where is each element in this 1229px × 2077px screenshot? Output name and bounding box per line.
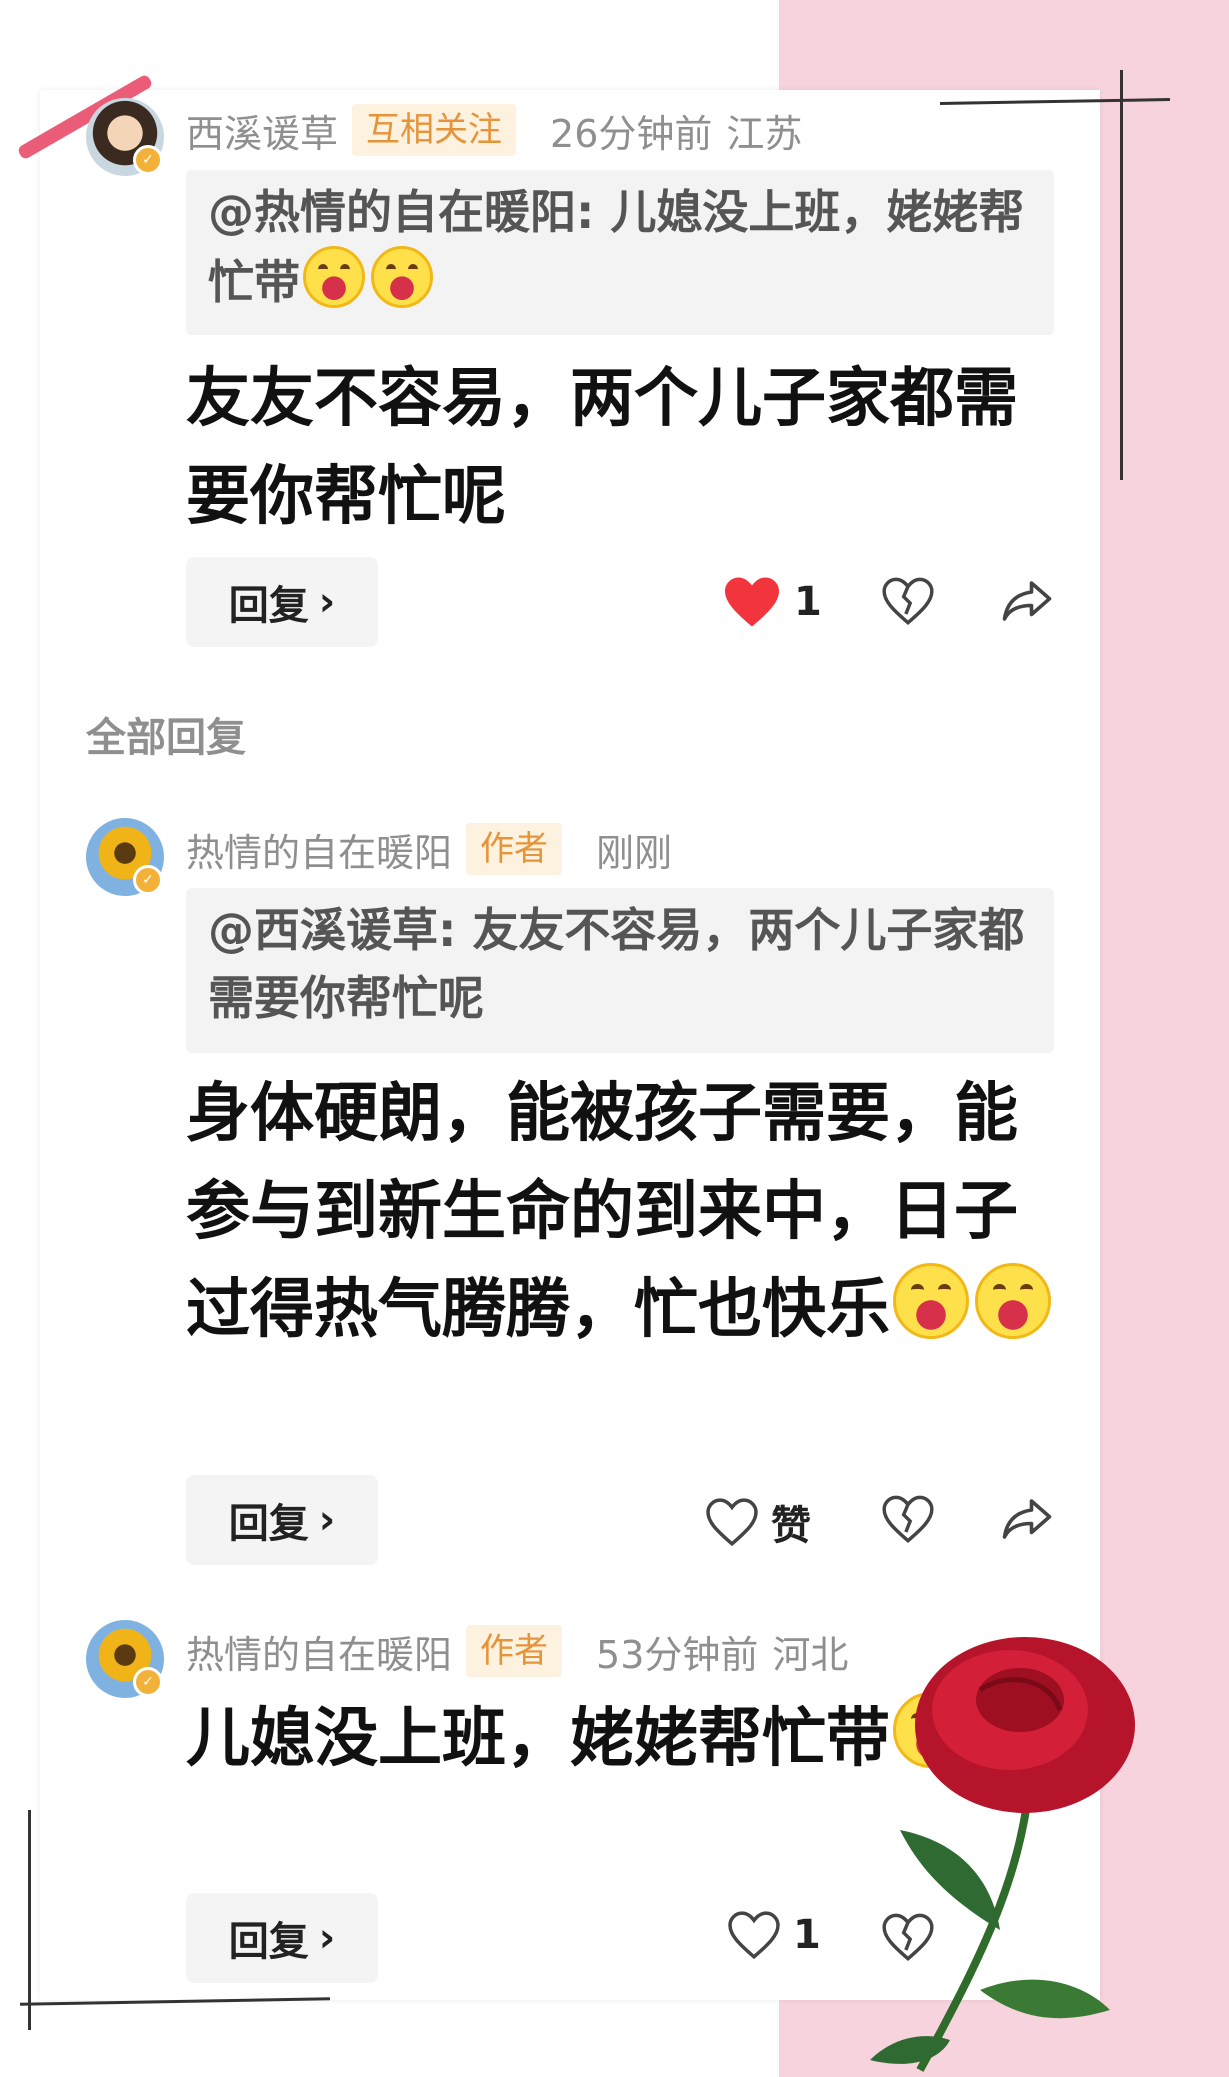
- reply-button[interactable]: 回复 ›: [186, 1475, 378, 1565]
- like-label: 赞: [771, 1503, 811, 1549]
- heart-outline-icon: [706, 1498, 758, 1546]
- dislike-button[interactable]: [882, 1495, 934, 1543]
- reply-button[interactable]: 回复 ›: [186, 557, 378, 647]
- username[interactable]: 热情的自在暖阳: [186, 1624, 452, 1679]
- verified-badge-icon: ✓: [133, 145, 163, 175]
- verified-badge-icon: ✓: [133, 865, 163, 895]
- like-count: 1: [793, 1912, 821, 1958]
- like-button[interactable]: 1: [722, 575, 822, 629]
- verified-badge-icon: ✓: [133, 1667, 163, 1697]
- frame-line-right: [1120, 70, 1123, 480]
- comment-meta: 热情的自在暖阳 作者 53分钟前 河北: [186, 1625, 848, 1677]
- quoted-comment: @西溪谖草: 友友不容易，两个儿子家都需要你帮忙呢: [186, 888, 1054, 1053]
- location: 河北: [772, 1632, 849, 1677]
- like-button[interactable]: 赞: [705, 1493, 811, 1551]
- broken-heart-icon: [882, 577, 934, 625]
- laughing-emoji-icon: [371, 246, 433, 308]
- comment-meta: 西溪谖草 互相关注 26分钟前 江苏: [186, 104, 802, 156]
- share-arrow-icon: [1002, 581, 1052, 621]
- broken-heart-icon: [882, 1495, 934, 1543]
- share-button[interactable]: [1000, 1496, 1054, 1542]
- laughing-emoji-icon: [303, 246, 365, 308]
- author-tag: 作者: [466, 823, 563, 875]
- share-button[interactable]: [1000, 578, 1054, 624]
- reply-button[interactable]: 回复 ›: [186, 1893, 378, 1983]
- like-count: 1: [794, 579, 822, 625]
- all-replies-title: 全部回复: [86, 715, 246, 761]
- laughing-emoji-icon: [893, 1263, 969, 1339]
- author-tag: 作者: [466, 1625, 563, 1677]
- frame-line-left: [28, 1810, 31, 2030]
- rose-decoration: [870, 1637, 1135, 2072]
- chevron-right-icon: ›: [318, 1915, 336, 1961]
- heart-outline-icon: [728, 1911, 780, 1959]
- chevron-right-icon: ›: [318, 1497, 336, 1543]
- comment-text: 身体硬朗，能被孩子需要，能参与到新生命的到来中，日子过得热气腾腾，忙也快乐: [186, 1065, 1056, 1359]
- comment-meta: 热情的自在暖阳 作者 刚刚: [186, 823, 672, 875]
- like-button[interactable]: 1: [727, 1911, 821, 1959]
- laughing-emoji-icon: [975, 1263, 1051, 1339]
- username[interactable]: 热情的自在暖阳: [186, 822, 452, 877]
- heart-filled-icon: [725, 577, 779, 627]
- comment-text: 友友不容易，两个儿子家都需要你帮忙呢: [186, 362, 1018, 534]
- mutual-follow-tag: 互相关注: [352, 104, 517, 156]
- location: 江苏: [726, 111, 803, 156]
- quoted-comment: @热情的自在暖阳: 儿媳没上班，姥姥帮忙带: [186, 170, 1054, 335]
- timestamp: 53分钟前: [596, 1632, 759, 1677]
- dislike-button[interactable]: [882, 577, 934, 625]
- share-arrow-icon: [1002, 1499, 1052, 1539]
- username[interactable]: 西溪谖草: [186, 103, 338, 158]
- timestamp: 26分钟前: [550, 111, 713, 156]
- chevron-right-icon: ›: [318, 579, 336, 625]
- timestamp: 刚刚: [596, 830, 673, 875]
